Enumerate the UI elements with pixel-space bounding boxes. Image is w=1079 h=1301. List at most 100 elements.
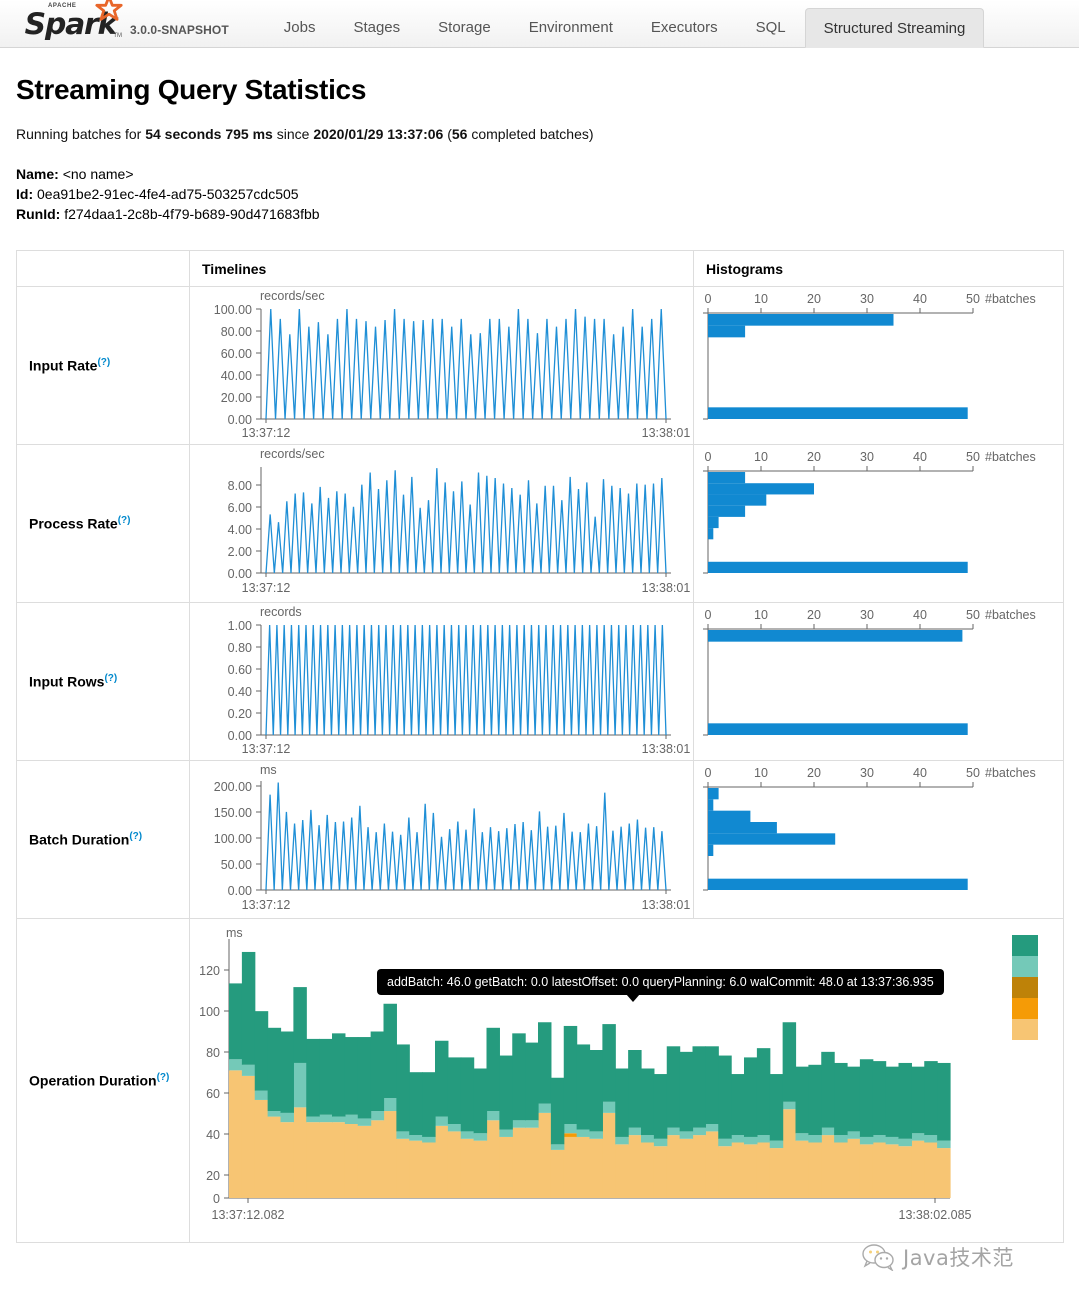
input-rate-histogram-chart[interactable]: 0 10 20 30 40 50 #batches — [694, 287, 1060, 439]
operation-duration-segment — [409, 1135, 423, 1141]
operation-duration-segment — [628, 1050, 642, 1128]
nav-tab-jobs[interactable]: Jobs — [265, 7, 335, 47]
operation-duration-segment — [563, 1124, 578, 1134]
query-runid-row: RunId: f274daa1-2c8b-4f79-b689-90d471683… — [16, 204, 1063, 224]
operation-duration-segment — [550, 1149, 565, 1198]
xtick-20: 20 — [807, 450, 821, 464]
operation-duration-segment — [344, 1124, 359, 1198]
xtick-end: 13:38:01 — [642, 581, 690, 595]
navbar: APACHE Spark TM 3.0.0-SNAPSHOT Jobs Stag… — [0, 0, 1079, 48]
operation-duration-segment — [435, 1125, 449, 1198]
legend-swatch-queryPlanning[interactable] — [1012, 998, 1038, 1019]
operation-duration-segment — [859, 1144, 874, 1198]
nav-tab-storage[interactable]: Storage — [419, 7, 510, 47]
help-icon[interactable]: (?) — [97, 357, 110, 368]
operation-duration-segment — [512, 1127, 526, 1198]
operation-duration-chart[interactable]: ms 120 100 80 60 40 20 0 13:37:12.082 13… — [190, 919, 1050, 1237]
operation-duration-segment — [859, 1059, 874, 1137]
batches-open-paren: ( — [443, 126, 452, 142]
operation-duration-segment — [525, 1120, 539, 1128]
ytick-060: 0.60 — [228, 663, 252, 677]
legend-swatch-latestOffset[interactable] — [1012, 977, 1038, 998]
help-icon[interactable]: (?) — [104, 673, 117, 684]
operation-duration-segment — [808, 1142, 822, 1198]
operation-duration-unit-label: ms — [226, 926, 243, 940]
operation-duration-segment — [267, 1111, 282, 1117]
trademark-label: TM — [113, 33, 122, 39]
operation-duration-segment — [293, 987, 307, 1063]
operation-duration-segment — [782, 1109, 797, 1198]
ytick-50: 50.00 — [221, 858, 252, 872]
input-rows-timeline-chart[interactable]: records 1.00 0.80 0.60 0.40 0.20 0.00 13… — [190, 603, 691, 756]
input-rate-timeline-chart[interactable]: records/sec 100.00 80.00 60.00 40.00 20.… — [190, 287, 691, 440]
query-name-row: Name: <no name> — [16, 164, 1063, 184]
ytick-6: 6.00 — [228, 501, 252, 515]
operation-duration-segment — [370, 1120, 385, 1198]
operation-duration-segment — [795, 1066, 809, 1134]
page-title: Streaming Query Statistics — [16, 74, 367, 105]
xtick-start: 13:37:12 — [242, 426, 291, 439]
ytick-60: 60.00 — [221, 347, 252, 361]
operation-duration-segment — [550, 1144, 565, 1150]
batch-duration-unit-label: ms — [260, 763, 277, 777]
brand[interactable]: APACHE Spark TM 3.0.0-SNAPSHOT — [0, 0, 229, 47]
nav-tab-sql[interactable]: SQL — [737, 7, 805, 47]
histogram-bar — [708, 878, 968, 890]
help-icon[interactable]: (?) — [118, 515, 131, 526]
process-rate-timeline-chart[interactable]: records/sec 8.00 6.00 4.00 2.00 0.00 13:… — [190, 445, 691, 597]
operation-duration-segment — [229, 1059, 243, 1071]
process-rate-histogram-chart[interactable]: 0 10 20 30 40 50 #batches — [694, 445, 1060, 597]
operation-duration-segment — [679, 1138, 694, 1198]
operation-duration-segment — [821, 1135, 835, 1198]
operation-duration-segment — [898, 1146, 912, 1198]
xtick-50: 50 — [966, 766, 980, 780]
nav-tab-structured-streaming[interactable]: Structured Streaming — [804, 8, 985, 48]
operation-duration-segment — [911, 1066, 925, 1134]
ytick-1: 1.00 — [228, 619, 252, 633]
batch-duration-histogram-chart[interactable]: 0 10 20 30 40 50 #batches — [694, 761, 1060, 913]
xtick-10: 10 — [754, 766, 768, 780]
query-runid-value: f274daa1-2c8b-4f79-b689-90d471683fbb — [64, 206, 320, 222]
xtick-30: 30 — [860, 766, 874, 780]
operation-duration-segment — [911, 1133, 925, 1141]
operation-duration-segment — [666, 1127, 681, 1136]
operation-duration-segment — [782, 1101, 797, 1110]
spark-version: 3.0.0-SNAPSHOT — [130, 23, 229, 37]
operation-duration-segment — [615, 1068, 629, 1137]
operation-duration-segment — [769, 1074, 784, 1141]
ytick-20: 20.00 — [221, 391, 252, 405]
operation-duration-segment — [628, 1135, 642, 1198]
help-icon[interactable]: (?) — [157, 1072, 170, 1083]
spark-logo[interactable]: APACHE Spark TM — [25, 0, 123, 41]
operation-duration-segment — [718, 1055, 732, 1139]
legend-swatch-walCommit[interactable] — [1012, 1019, 1038, 1040]
operation-duration-segment — [370, 1111, 385, 1121]
operation-duration-segment — [332, 1033, 346, 1117]
operation-duration-segment — [924, 1061, 938, 1136]
table-row: Process Rate(?) records/sec 8.00 6.00 4.… — [16, 444, 1064, 603]
histogram-bar — [708, 810, 751, 822]
operation-duration-segment — [254, 1090, 269, 1100]
table-row: Input Rows(?) records 1.00 0.80 0.60 0.4… — [16, 602, 1064, 761]
nav-tab-environment[interactable]: Environment — [510, 7, 632, 47]
operation-duration-segment — [718, 1146, 732, 1198]
operation-duration-segment — [602, 1101, 616, 1113]
operation-duration-segment — [653, 1074, 668, 1139]
input-rows-histogram-chart[interactable]: 0 10 20 30 40 50 #batches — [694, 603, 1060, 755]
legend-swatch-getBatch[interactable] — [1012, 956, 1038, 977]
nav-tab-executors[interactable]: Executors — [632, 7, 737, 47]
histogram-bar — [708, 325, 746, 338]
operation-duration-segment — [473, 1068, 488, 1134]
row-label-input-rows: Input Rows(?) — [16, 602, 190, 761]
nav-tab-stages[interactable]: Stages — [334, 7, 419, 47]
legend-swatch-addBatch[interactable] — [1012, 935, 1038, 956]
operation-duration-segment — [344, 1114, 359, 1124]
process-rate-unit-label: records/sec — [260, 447, 325, 461]
operation-duration-segment — [756, 1048, 771, 1136]
batch-duration-timeline-chart[interactable]: ms 200.00 150.00 100.00 50.00 0.00 13:37… — [190, 761, 691, 913]
operation-duration-segment — [267, 1027, 282, 1112]
help-icon[interactable]: (?) — [129, 831, 142, 842]
histogram-bar — [708, 844, 714, 856]
operation-duration-segment — [834, 1142, 848, 1198]
query-id-key: Id: — [16, 186, 34, 202]
